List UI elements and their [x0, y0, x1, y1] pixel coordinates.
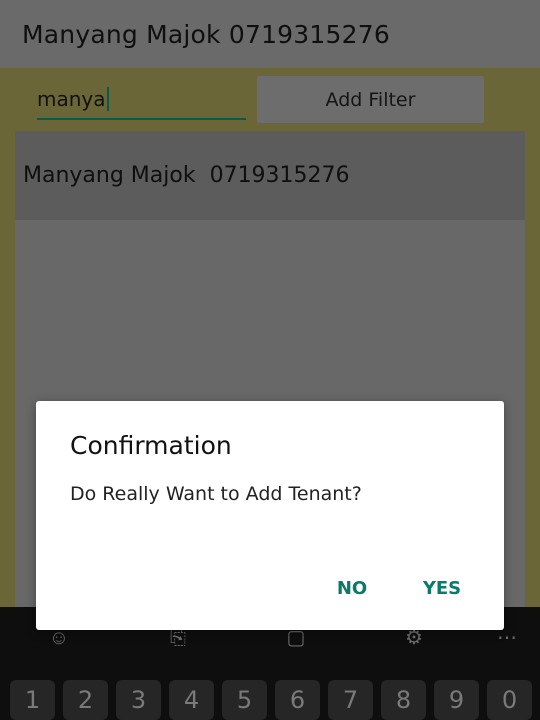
dialog-message: Do Really Want to Add Tenant? — [70, 483, 362, 505]
list-item[interactable]: Manyang Majok 0719315276 — [15, 131, 525, 220]
key-3[interactable]: 3 — [116, 680, 161, 720]
dialog-title: Confirmation — [70, 431, 232, 460]
key-1[interactable]: 1 — [10, 680, 55, 720]
no-button[interactable]: NO — [326, 571, 378, 605]
filter-input-text: manya — [37, 87, 106, 111]
text-cursor — [106, 87, 109, 111]
key-0[interactable]: 0 — [487, 680, 532, 720]
key-9[interactable]: 9 — [434, 680, 479, 720]
app-title: Manyang Majok 0719315276 — [22, 19, 390, 49]
add-filter-button[interactable]: Add Filter — [257, 76, 484, 123]
key-4[interactable]: 4 — [169, 680, 214, 720]
key-7[interactable]: 7 — [328, 680, 373, 720]
key-5[interactable]: 5 — [222, 680, 267, 720]
key-8[interactable]: 8 — [381, 680, 426, 720]
yes-button[interactable]: YES — [416, 571, 468, 605]
app-bar: Manyang Majok 0719315276 — [0, 0, 540, 68]
list-item-label: Manyang Majok 0719315276 — [23, 163, 350, 188]
key-6[interactable]: 6 — [275, 680, 320, 720]
filter-input[interactable]: manya — [37, 80, 246, 120]
confirmation-dialog: Confirmation Do Really Want to Add Tenan… — [36, 401, 504, 630]
key-2[interactable]: 2 — [63, 680, 108, 720]
